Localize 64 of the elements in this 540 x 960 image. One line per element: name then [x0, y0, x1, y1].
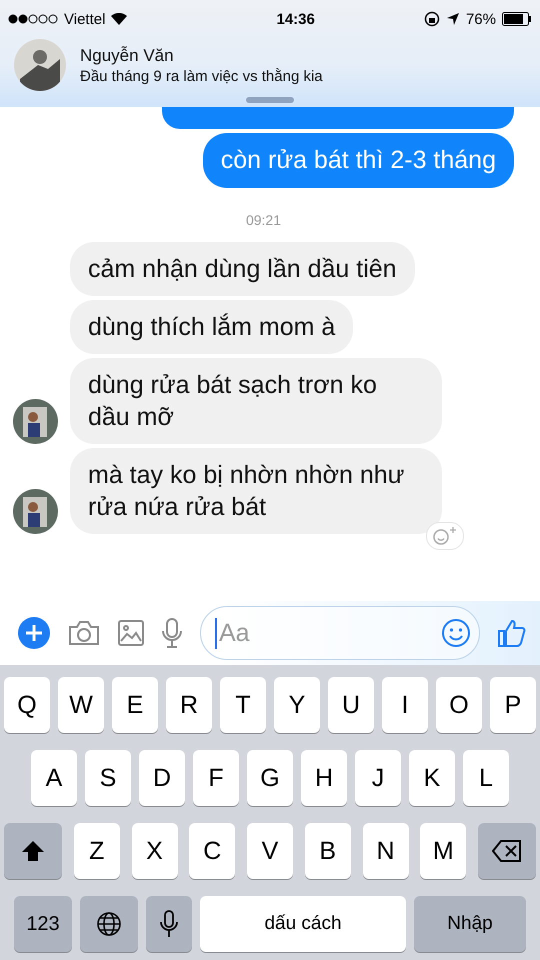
- keyboard-key[interactable]: N: [362, 823, 408, 879]
- add-icon[interactable]: [18, 617, 50, 649]
- keyboard-key[interactable]: H: [301, 750, 347, 806]
- wifi-icon: [111, 13, 128, 25]
- contact-avatar: [14, 39, 66, 91]
- keyboard-key[interactable]: G: [247, 750, 293, 806]
- keyboard-key[interactable]: U: [328, 677, 374, 733]
- keyboard-key[interactable]: Q: [4, 677, 50, 733]
- rotation-lock-icon: [424, 11, 440, 27]
- keyboard-key[interactable]: F: [193, 750, 239, 806]
- keyboard-key[interactable]: O: [436, 677, 482, 733]
- keyboard-key[interactable]: J: [355, 750, 401, 806]
- keyboard-key[interactable]: X: [132, 823, 178, 879]
- drag-handle[interactable]: [246, 97, 294, 103]
- image-icon[interactable]: [118, 620, 144, 646]
- status-time: 14:36: [276, 10, 315, 28]
- timestamp: 09:21: [246, 212, 282, 228]
- keyboard-key[interactable]: B: [304, 823, 351, 879]
- sent-message: còn rửa bát thì 2-3 tháng: [202, 133, 514, 188]
- message-field[interactable]: Aa: [200, 606, 480, 660]
- keyboard-key[interactable]: Y: [274, 677, 320, 733]
- keyboard-key[interactable]: W: [58, 677, 104, 733]
- keyboard-key[interactable]: V: [247, 823, 293, 879]
- shift-icon: [21, 840, 45, 862]
- keyboard-key[interactable]: I: [382, 677, 428, 733]
- received-message: dùng thích lắm mom à: [70, 300, 354, 354]
- location-arrow-icon: [446, 12, 460, 26]
- carrier-name: Viettel: [64, 10, 106, 28]
- battery-icon: [502, 12, 532, 26]
- globe-icon: [96, 911, 122, 937]
- keyboard-key[interactable]: T: [220, 677, 266, 733]
- keyboard-key[interactable]: S: [85, 750, 131, 806]
- keyboard-key[interactable]: R: [166, 677, 212, 733]
- keyboard-key[interactable]: E: [112, 677, 158, 733]
- contact-name: Nguyễn Văn: [80, 46, 175, 66]
- globe-key[interactable]: [80, 896, 138, 952]
- keyboard-key[interactable]: Z: [74, 823, 120, 879]
- received-message: mà tay ko bị nhờn nhờn như rửa nứa rửa bát: [70, 448, 442, 534]
- keyboard-key[interactable]: C: [189, 823, 236, 879]
- notification-banner[interactable]: Viettel 14:36 76% Nguyễn Văn Đầu tháng 9 ra làm việc vs thằng kia: [0, 0, 540, 107]
- keyboard-key[interactable]: K: [409, 750, 455, 806]
- microphone-icon[interactable]: [162, 618, 182, 648]
- backspace-icon: [492, 840, 522, 862]
- keyboard-key[interactable]: P: [490, 677, 536, 733]
- emoji-icon[interactable]: [441, 618, 471, 648]
- signal-icon: [8, 14, 58, 24]
- thumbs-up-icon[interactable]: [498, 619, 526, 647]
- backspace-key[interactable]: [478, 823, 536, 879]
- camera-icon[interactable]: [68, 620, 100, 646]
- keyboard-key[interactable]: M: [420, 823, 466, 879]
- keyboard-key[interactable]: D: [139, 750, 185, 806]
- battery-percent: 76%: [466, 10, 496, 28]
- add-reaction-icon[interactable]: [426, 522, 464, 550]
- keyboard-key[interactable]: A: [31, 750, 77, 806]
- return-key[interactable]: Nhập: [414, 896, 526, 952]
- keyboard-key[interactable]: L: [463, 750, 509, 806]
- received-message: dùng rửa bát sạch trơn ko dầu mỡ: [70, 358, 442, 444]
- dictation-key[interactable]: [146, 896, 192, 952]
- received-message: cảm nhận dùng lần dầu tiên: [70, 242, 415, 296]
- microphone-icon: [160, 910, 178, 938]
- shift-key[interactable]: [4, 823, 62, 879]
- numbers-key[interactable]: 123: [14, 896, 72, 952]
- space-key[interactable]: dấu cách: [200, 896, 406, 952]
- message-preview: Đầu tháng 9 ra làm việc vs thằng kia: [80, 68, 323, 84]
